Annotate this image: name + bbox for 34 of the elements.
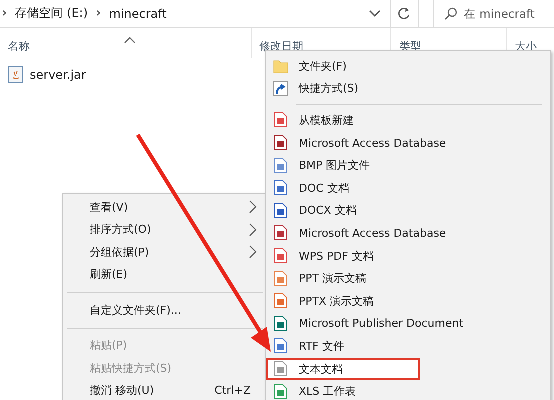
menu-item[interactable]: Microsoft Publisher Document xyxy=(266,312,548,336)
menu-item[interactable]: 快捷方式(S) xyxy=(266,78,548,100)
menu-item[interactable]: 从模板新建 xyxy=(266,109,548,132)
breadcrumb-item[interactable]: minecraft xyxy=(109,6,167,20)
java-file-icon xyxy=(8,66,24,84)
refresh-icon xyxy=(396,6,412,22)
breadcrumb-chevron: › xyxy=(95,6,102,21)
menu-item[interactable]: PPTX 演示文稿 xyxy=(266,290,548,313)
breadcrumb-item[interactable]: 存储空间 (E:) xyxy=(15,5,88,22)
address-bar[interactable]: › 存储空间 (E:) › minecraft xyxy=(0,0,391,27)
menu-item[interactable]: 排序方式(O) xyxy=(63,218,251,241)
menu-item[interactable]: PPT 演示文稿 xyxy=(266,267,548,290)
folder-icon xyxy=(273,58,289,74)
menu-item[interactable]: BMP 图片文件 xyxy=(266,154,548,177)
search-icon xyxy=(444,6,458,20)
menu-item[interactable]: 撤消 移动(U) Ctrl+Z xyxy=(63,380,251,400)
menu-item[interactable]: WPS PDF 文档 xyxy=(266,244,548,268)
breadcrumb-chevron: › xyxy=(1,6,8,21)
menu-item[interactable]: Microsoft Access Database xyxy=(266,132,548,154)
menu-item[interactable]: DOCX 文档 xyxy=(266,200,548,222)
menu-item[interactable]: 分组依据(P) xyxy=(63,241,251,264)
menu-item[interactable]: RTF 文件 xyxy=(266,335,548,358)
menu-item[interactable]: 文本文档 xyxy=(266,358,420,380)
menu-item[interactable]: Microsoft Access Database xyxy=(266,222,548,245)
menu-item[interactable]: 文件夹(F) xyxy=(266,55,548,78)
menu-item[interactable]: XLS 工作表 xyxy=(266,380,548,400)
menu-item[interactable]: 自定义文件夹(F)... xyxy=(63,299,251,322)
file-name[interactable]: server.jar xyxy=(30,68,86,82)
menu-item[interactable]: DOC 文档 xyxy=(266,176,548,200)
menu-item[interactable]: 刷新(E) xyxy=(63,264,251,286)
menu-item[interactable]: 查看(V) xyxy=(63,196,251,218)
dropdown-chevron-icon xyxy=(368,8,382,18)
column-header[interactable]: 名称 xyxy=(8,39,30,58)
shortcut-icon xyxy=(273,80,289,97)
